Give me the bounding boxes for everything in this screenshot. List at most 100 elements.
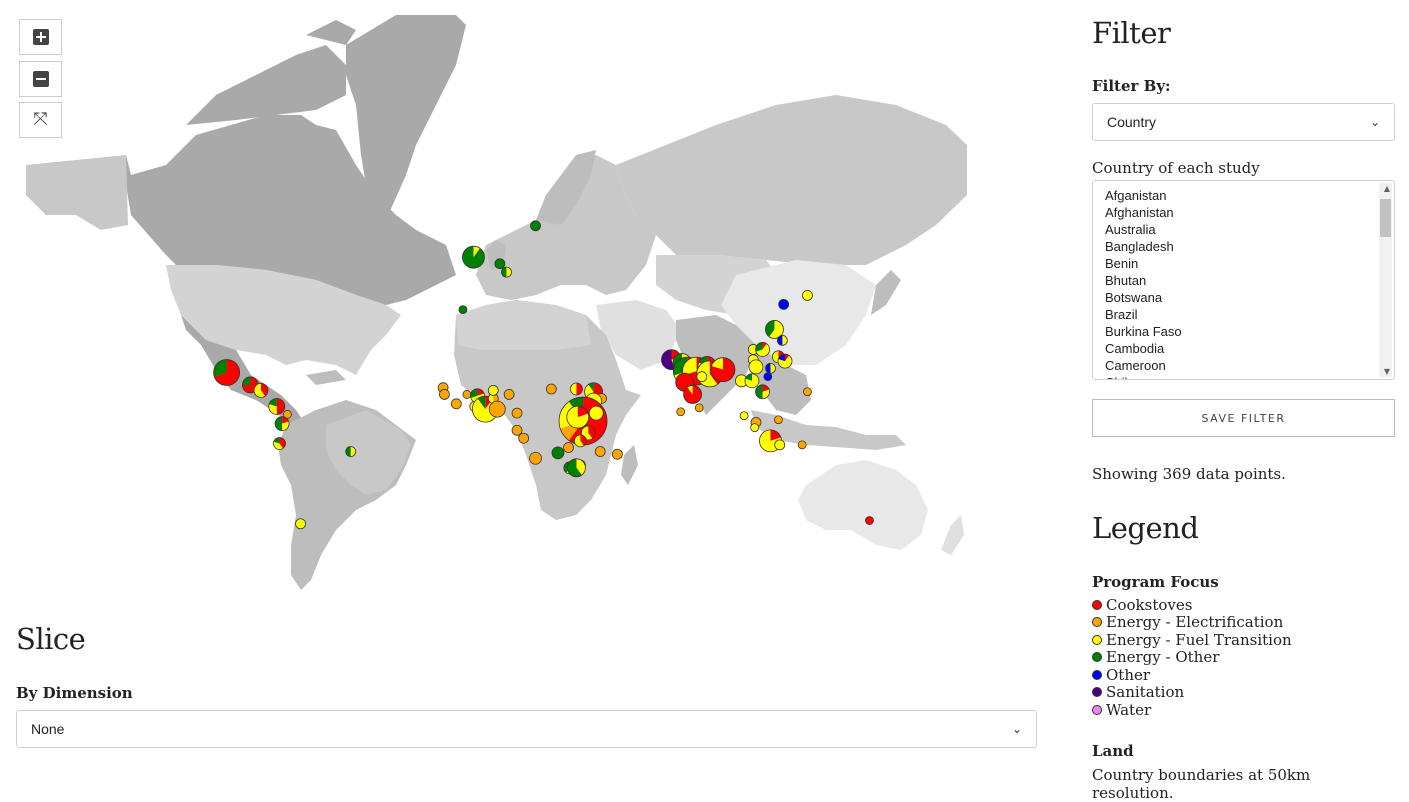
map-marker[interactable] — [777, 353, 793, 369]
map-marker[interactable] — [566, 405, 590, 429]
land-north-africa — [456, 300, 591, 350]
map-marker[interactable] — [345, 446, 357, 457]
map-marker[interactable] — [273, 437, 286, 450]
map-marker[interactable] — [462, 245, 485, 269]
map-canvas[interactable] — [16, 15, 967, 595]
map-marker[interactable] — [774, 415, 783, 425]
map-marker[interactable] — [570, 382, 583, 396]
land-title: Land — [1092, 742, 1134, 760]
fullscreen-button[interactable]: ⤧ — [19, 102, 62, 138]
map-marker[interactable] — [696, 371, 708, 383]
country-option[interactable]: Afganistan — [1105, 187, 1182, 204]
country-option[interactable]: Australia — [1105, 221, 1182, 238]
map-marker[interactable] — [462, 390, 472, 399]
map-marker[interactable] — [774, 439, 786, 451]
world-map[interactable] — [16, 15, 967, 595]
land-madagascar — [621, 445, 638, 485]
country-option[interactable]: Bhutan — [1105, 272, 1182, 289]
map-marker[interactable] — [765, 362, 776, 374]
map-marker[interactable] — [739, 411, 749, 421]
legend-item: Water — [1092, 701, 1292, 719]
plus-square-icon — [32, 29, 49, 45]
map-marker[interactable] — [755, 342, 770, 357]
map-marker[interactable] — [710, 357, 736, 383]
map-marker[interactable] — [567, 458, 586, 478]
map-marker[interactable] — [748, 359, 764, 375]
scroll-down-icon[interactable]: ▼ — [1384, 367, 1390, 376]
country-option[interactable]: Benin — [1105, 255, 1182, 272]
country-option[interactable]: Botswana — [1105, 289, 1182, 306]
legend-list: Cookstoves Energy - Electrification Energy… — [1092, 596, 1292, 719]
map-marker[interactable] — [574, 434, 587, 448]
map-marker[interactable] — [750, 423, 760, 433]
map-marker[interactable] — [763, 372, 773, 382]
land-japan — [871, 270, 901, 315]
map-marker[interactable] — [530, 220, 541, 232]
map-marker[interactable] — [694, 403, 704, 413]
map-marker[interactable] — [458, 305, 468, 315]
country-listbox[interactable]: Afganistan Afghanistan Australia Bangladesh… — [1092, 180, 1395, 380]
marker-slice — [755, 384, 763, 399]
land-arctic-islands — [186, 20, 356, 125]
save-filter-button[interactable]: SAVE FILTER — [1092, 399, 1395, 437]
map-marker[interactable] — [744, 373, 760, 389]
filter-by-select[interactable]: Country ⌄ — [1092, 103, 1395, 141]
fullscreen-icon: ⤧ — [33, 109, 48, 130]
map-marker[interactable] — [511, 424, 523, 436]
marker-slice — [275, 416, 283, 431]
map-marker[interactable] — [487, 384, 499, 396]
map-marker[interactable] — [803, 387, 812, 397]
map-marker[interactable] — [511, 407, 523, 419]
map-marker[interactable] — [776, 334, 788, 346]
legend-label: Energy - Fuel Transition — [1106, 630, 1292, 649]
map-marker[interactable] — [439, 389, 450, 400]
country-option[interactable]: Brazil — [1105, 306, 1182, 323]
legend-item: Energy - Other — [1092, 648, 1292, 666]
map-marker[interactable] — [802, 289, 813, 301]
legend-item: Energy - Electrification — [1092, 613, 1292, 631]
listbox-scroll-thumb[interactable] — [1380, 199, 1391, 237]
map-marker[interactable] — [494, 258, 506, 270]
map-marker[interactable] — [274, 416, 290, 432]
map-marker[interactable] — [588, 405, 604, 421]
legend-item: Cookstoves — [1092, 596, 1292, 614]
map-marker[interactable] — [295, 518, 306, 530]
legend-swatch — [1092, 652, 1102, 663]
map-marker[interactable] — [545, 383, 557, 395]
map-marker[interactable] — [563, 442, 574, 453]
legend-swatch — [1092, 617, 1102, 628]
map-marker[interactable] — [518, 432, 530, 444]
legend-label: Water — [1106, 700, 1152, 719]
map-marker[interactable] — [529, 451, 542, 465]
map-marker[interactable] — [450, 398, 462, 410]
map-marker[interactable] — [755, 384, 770, 400]
country-option[interactable]: Cambodia — [1105, 340, 1182, 357]
map-marker[interactable] — [778, 298, 790, 310]
map-marker[interactable] — [501, 266, 512, 278]
map-marker[interactable] — [865, 516, 874, 525]
map-marker[interactable] — [503, 389, 515, 400]
scroll-up-icon[interactable]: ▲ — [1384, 184, 1390, 193]
zoom-in-button[interactable] — [19, 19, 62, 55]
map-marker[interactable] — [551, 446, 565, 460]
map-marker[interactable] — [611, 448, 623, 460]
country-option[interactable]: Chile — [1105, 374, 1182, 379]
data-points-count: Showing 369 data points. — [1092, 465, 1286, 483]
map-marker[interactable] — [594, 446, 606, 457]
country-option[interactable]: Bangladesh — [1105, 238, 1182, 255]
legend-swatch — [1092, 704, 1102, 715]
map-marker[interactable] — [488, 400, 506, 418]
map-marker[interactable] — [676, 407, 686, 417]
map-marker[interactable] — [268, 398, 286, 415]
country-option[interactable]: Burkina Faso — [1105, 323, 1182, 340]
zoom-out-button[interactable] — [19, 61, 62, 97]
country-list-label: Country of each study — [1092, 159, 1260, 177]
dimension-select[interactable]: None ⌄ — [16, 710, 1037, 748]
map-marker[interactable] — [797, 440, 807, 450]
map-marker[interactable] — [683, 385, 702, 404]
map-marker[interactable] — [213, 359, 241, 386]
legend-item: Sanitation — [1092, 683, 1292, 701]
map-marker[interactable] — [253, 382, 269, 398]
country-option[interactable]: Cameroon — [1105, 357, 1182, 374]
country-option[interactable]: Afghanistan — [1105, 204, 1182, 221]
